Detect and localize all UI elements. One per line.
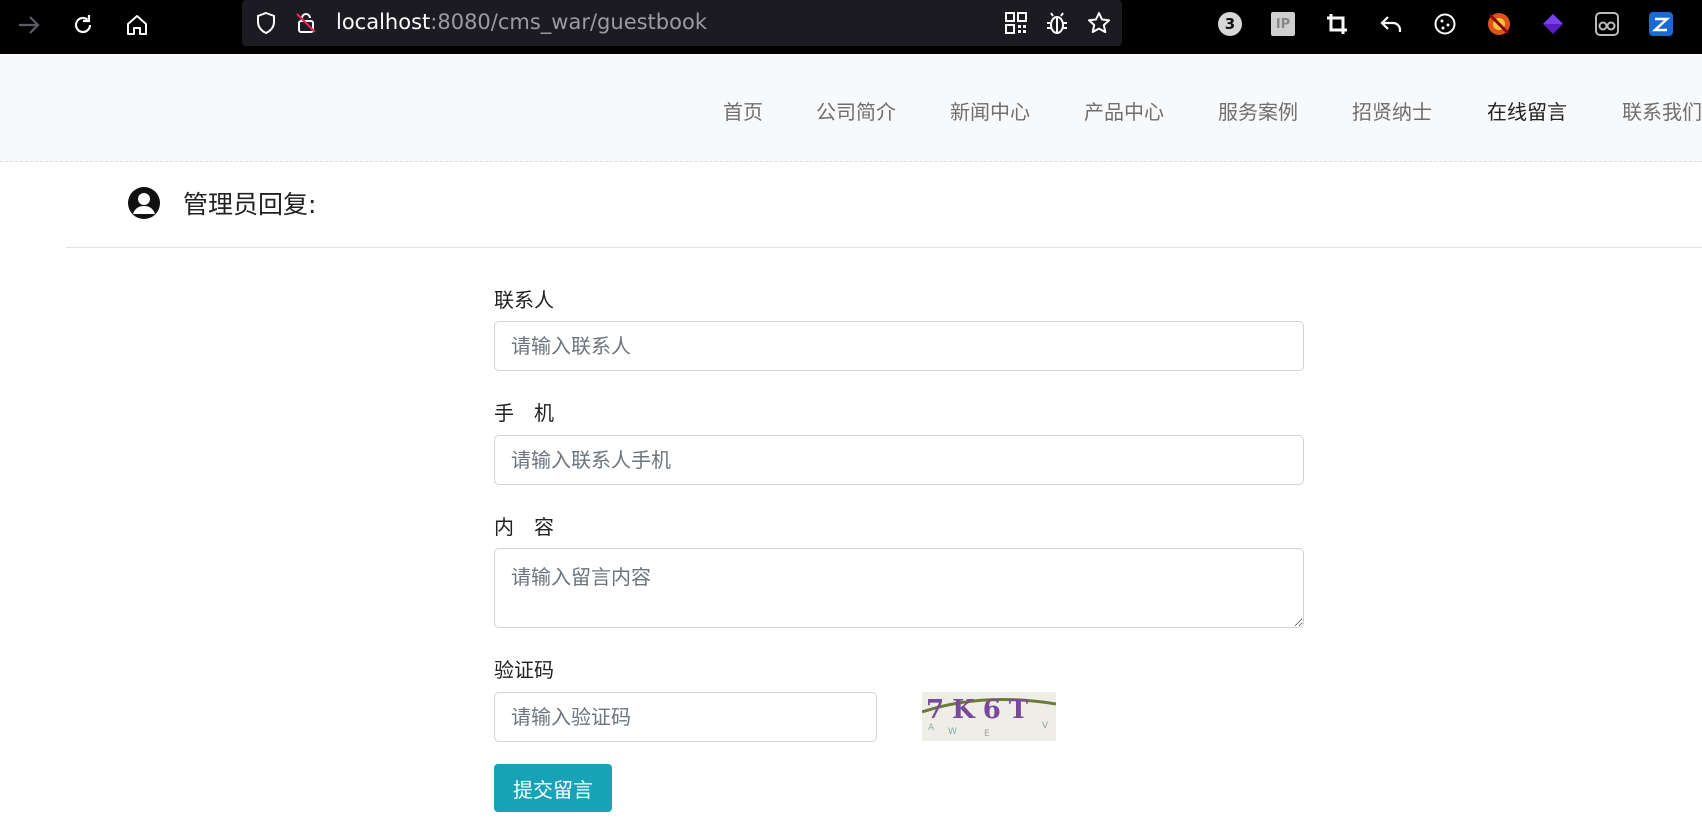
cookie-extension-button[interactable] bbox=[1430, 9, 1460, 39]
content-label: 内 容 bbox=[494, 515, 554, 539]
nav-home[interactable]: 首页 bbox=[723, 96, 763, 125]
captcha-input[interactable] bbox=[494, 692, 877, 742]
insecure-lock-icon bbox=[296, 13, 316, 33]
ip-icon: IP bbox=[1271, 12, 1295, 36]
blocker-icon bbox=[1488, 13, 1510, 35]
nav-recruitment[interactable]: 招贤纳士 bbox=[1352, 96, 1432, 125]
submit-message-button[interactable]: 提交留言 bbox=[494, 764, 612, 812]
z-icon bbox=[1649, 12, 1673, 36]
glasses-extension-button[interactable] bbox=[1592, 9, 1622, 39]
phone-input[interactable] bbox=[494, 435, 1304, 485]
nav-service-cases[interactable]: 服务案例 bbox=[1218, 96, 1298, 125]
browser-toolbar: localhost:8080/cms_war/guestbook 3 IP bbox=[0, 0, 1702, 54]
cookie-icon bbox=[1434, 13, 1456, 35]
contact-input[interactable] bbox=[494, 321, 1304, 371]
crop-extension-button[interactable] bbox=[1322, 9, 1352, 39]
ip-extension-button[interactable]: IP bbox=[1268, 9, 1298, 39]
site-header: 首页 公司简介 新闻中心 产品中心 服务案例 招贤纳士 在线留言 联系我们 bbox=[0, 54, 1702, 162]
diamond-icon bbox=[1543, 14, 1563, 34]
nav-online-message[interactable]: 在线留言 bbox=[1487, 96, 1567, 125]
content-textarea[interactable] bbox=[494, 548, 1304, 628]
qr-code-icon[interactable] bbox=[1004, 11, 1028, 35]
nav-contact-us[interactable]: 联系我们 bbox=[1622, 96, 1702, 125]
crop-icon bbox=[1327, 14, 1347, 34]
captcha-noise: A W E V 7K6T bbox=[922, 695, 1056, 739]
nav-product-center[interactable]: 产品中心 bbox=[1084, 96, 1164, 125]
badge-count: 3 bbox=[1218, 12, 1242, 36]
glasses-icon bbox=[1595, 12, 1619, 36]
nav-company-profile[interactable]: 公司简介 bbox=[816, 96, 896, 125]
bug-icon[interactable] bbox=[1044, 10, 1070, 36]
svg-text:W: W bbox=[948, 727, 957, 737]
url-text[interactable]: localhost:8080/cms_war/guestbook bbox=[336, 10, 707, 34]
captcha-text: 7K6T bbox=[926, 695, 1036, 725]
home-button[interactable] bbox=[120, 8, 154, 42]
svg-text:V: V bbox=[1042, 721, 1049, 731]
contact-label: 联系人 bbox=[494, 288, 554, 312]
undo-extension-button[interactable] bbox=[1376, 9, 1406, 39]
blocker-extension-button[interactable] bbox=[1484, 9, 1514, 39]
captcha-label: 验证码 bbox=[494, 658, 554, 682]
captcha-image[interactable]: A W E V 7K6T bbox=[922, 692, 1056, 741]
nav-news-center[interactable]: 新闻中心 bbox=[950, 96, 1030, 125]
arrow-right-icon bbox=[19, 16, 40, 34]
extension-badge[interactable]: 3 bbox=[1215, 9, 1245, 39]
zotero-extension-button[interactable] bbox=[1646, 9, 1676, 39]
forward-button[interactable] bbox=[12, 8, 46, 42]
undo-icon bbox=[1380, 16, 1402, 32]
star-icon[interactable] bbox=[1086, 10, 1112, 36]
svg-text:E: E bbox=[984, 729, 990, 739]
shield-icon bbox=[257, 11, 275, 35]
admin-reply-section: 管理员回复: bbox=[66, 163, 1702, 248]
diamond-extension-button[interactable] bbox=[1538, 9, 1568, 39]
admin-reply-title: 管理员回复: bbox=[183, 190, 317, 219]
user-avatar-icon bbox=[128, 187, 160, 219]
phone-label: 手 机 bbox=[494, 401, 554, 425]
reload-button[interactable] bbox=[66, 8, 100, 42]
home-icon bbox=[127, 15, 147, 35]
reload-icon bbox=[74, 15, 92, 34]
